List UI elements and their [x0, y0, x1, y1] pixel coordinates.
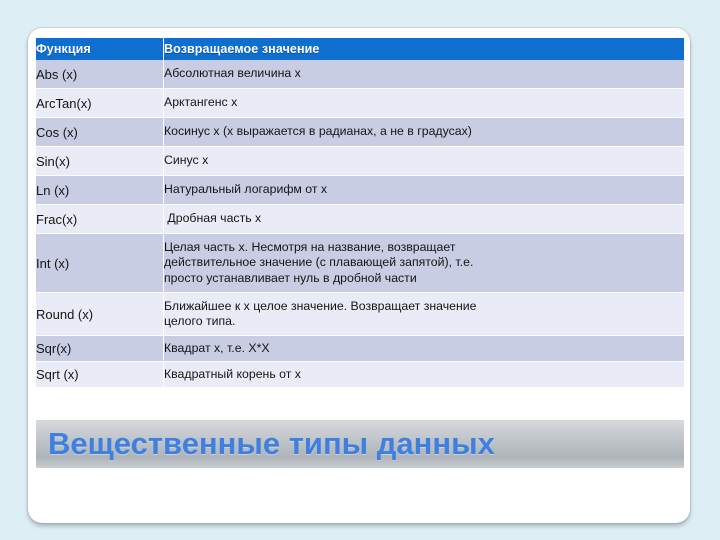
description-line: Косинус x (x выражается в радианах, а не…: [164, 124, 472, 139]
cell-return-value: Квадратный корень от x: [163, 361, 684, 388]
cell-function-name: Round (x): [36, 292, 164, 336]
table-body: Abs (x) Абсолютная величина x ArcTan(x) …: [36, 60, 684, 388]
cell-return-value: Ближайшее к x целое значение. Возвращает…: [163, 292, 684, 336]
table-row: Round (x) Ближайшее к x целое значение. …: [36, 292, 684, 336]
cell-function-name: Int (x): [36, 233, 164, 293]
cell-return-value: Натуральный логарифм от x: [163, 175, 684, 205]
description-line: Ближайшее к x целое значение. Возвращает…: [164, 298, 477, 313]
table-row: Int (x) Целая часть x. Несмотря на назва…: [36, 233, 684, 293]
table-row: ArcTan(x) Арктангенс x: [36, 88, 684, 118]
table-header-row: Функция Возвращаемое значение: [36, 38, 684, 60]
table-row: Abs (x) Абсолютная величина x: [36, 60, 684, 89]
table-row: Ln (x) Натуральный логарифм от x: [36, 175, 684, 205]
description-line: Натуральный логарифм от x: [164, 182, 328, 197]
slide-canvas: Функция Возвращаемое значение Abs (x) Аб…: [0, 0, 720, 540]
description-line: целого типа.: [164, 314, 236, 328]
cell-function-name: Frac(x): [36, 204, 164, 234]
cell-function-name: Sqr(x): [36, 335, 164, 362]
table-row: Frac(x) Дробная часть x: [36, 204, 684, 234]
slide-title: Вещественные типы данных: [48, 426, 495, 461]
description-line: Абсолютная величина x: [164, 66, 301, 81]
table-row: Sin(x) Синус x: [36, 146, 684, 176]
cell-function-name: Cos (x): [36, 117, 164, 147]
cell-function-name: ArcTan(x): [36, 88, 164, 118]
cell-return-value: Целая часть x. Несмотря на название, воз…: [163, 233, 684, 293]
description-line: Квадратный корень от x: [164, 366, 301, 381]
cell-function-name: Sin(x): [36, 146, 164, 176]
column-header-return-value: Возвращаемое значение: [163, 38, 684, 60]
description-line: Целая часть x. Несмотря на название, воз…: [164, 240, 456, 255]
table-row: Cos (x) Косинус x (x выражается в радиан…: [36, 117, 684, 147]
description-line: Арктангенс x: [164, 95, 238, 110]
description-line: Дробная часть x: [164, 211, 262, 226]
cell-function-name: Abs (x): [36, 60, 164, 89]
description-line: действительное значение (с плавающей зап…: [164, 255, 474, 270]
cell-return-value: Дробная часть x: [163, 204, 684, 234]
cell-return-value: Квадрат x, т.е. X*X: [163, 335, 684, 362]
description-line: Квадрат x, т.е. X*X: [164, 340, 270, 355]
description-line: просто устанавливает нуль в дробной част…: [164, 270, 417, 285]
cell-function-name: Ln (x): [36, 175, 164, 205]
description-line: Синус x: [164, 153, 209, 168]
functions-table: Функция Возвращаемое значение Abs (x) Аб…: [36, 38, 684, 388]
cell-return-value: Абсолютная величина x: [163, 60, 684, 89]
cell-return-value: Синус x: [163, 146, 684, 176]
cell-return-value: Арктангенс x: [163, 88, 684, 118]
cell-return-value: Косинус x (x выражается в радианах, а не…: [163, 117, 684, 147]
column-header-function: Функция: [36, 38, 164, 60]
table-row: Sqrt (x) Квадратный корень от x: [36, 361, 684, 388]
cell-function-name: Sqrt (x): [36, 361, 164, 388]
table-row: Sqr(x) Квадрат x, т.е. X*X: [36, 335, 684, 362]
